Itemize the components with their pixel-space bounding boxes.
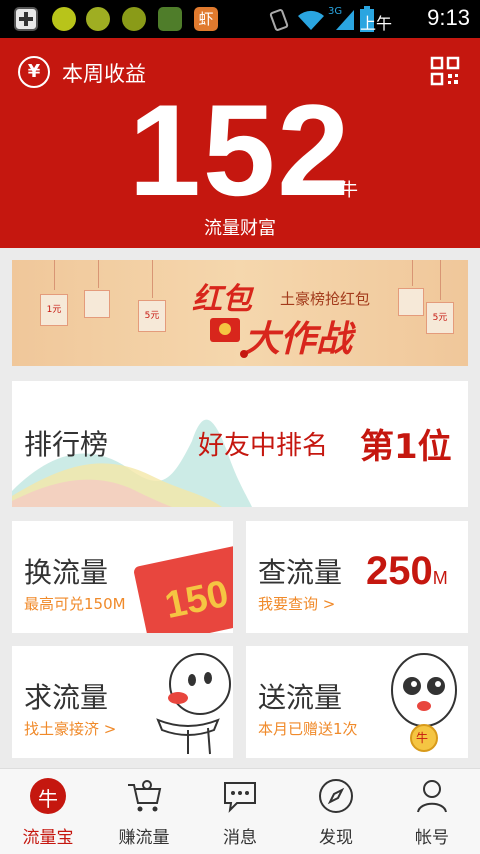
tab-icon-glyph: 牛 xyxy=(38,787,58,811)
cart-icon xyxy=(128,780,162,812)
tab-label: 帐号 xyxy=(415,828,449,848)
ranking-card[interactable]: 排行榜 好友中排名 第1位 xyxy=(12,381,468,507)
tab-label: 消息 xyxy=(223,828,257,848)
signal-icon xyxy=(336,10,354,30)
envelope-decoration: 1元 xyxy=(40,294,68,326)
banner-subtitle: 土豪榜抢红包 xyxy=(280,290,371,308)
red-packet-icon xyxy=(210,318,240,342)
tab-earn-traffic[interactable]: 赚流量 xyxy=(96,769,192,854)
app-notification-icon xyxy=(52,7,76,31)
banner-title: 红包 xyxy=(192,282,252,317)
exchange-title: 换流量 xyxy=(24,556,109,589)
rank-position: 第1位 xyxy=(360,427,452,467)
app-game-icon xyxy=(158,7,182,31)
plus-notification-icon xyxy=(14,7,38,31)
compass-icon xyxy=(319,779,353,813)
friend-rank-label: 好友中排名 xyxy=(198,431,329,461)
app-check-icon xyxy=(86,7,110,31)
red-envelope-banner[interactable]: 1元 5元 5元 红包 土豪榜抢红包 大作战 xyxy=(12,260,468,366)
remaining-traffic-value: 250M xyxy=(366,549,448,593)
query-subtitle[interactable]: 我要查询 > xyxy=(258,593,335,614)
give-subtitle: 本月已赠送1次 xyxy=(258,720,358,738)
status-time: 9:13 xyxy=(427,5,470,30)
app-upload-icon xyxy=(122,7,146,31)
query-title: 查流量 xyxy=(258,556,343,589)
give-traffic-card[interactable]: 送流量 本月已赠送1次 牛 xyxy=(246,646,468,758)
request-title: 求流量 xyxy=(24,681,109,714)
earnings-caption: 流量财富 xyxy=(204,218,276,239)
telecom-card-image: 150 xyxy=(132,544,233,633)
bottom-tab-bar: 牛 流量宝 赚流量 消息 发现 帐号 xyxy=(0,768,480,854)
vibrate-icon xyxy=(269,9,289,31)
earnings-value: 152 xyxy=(128,77,352,223)
request-traffic-card[interactable]: 求流量 找土豪接济 > xyxy=(12,646,233,758)
tab-liuliangbao[interactable]: 牛 流量宝 xyxy=(0,769,96,854)
weekly-earnings-header[interactable]: ¥ 本周收益 152 牛 流量财富 xyxy=(0,38,480,248)
request-subtitle[interactable]: 找土豪接济 > xyxy=(24,718,116,739)
ranking-title: 排行榜 xyxy=(24,428,109,461)
envelope-decoration: 5元 xyxy=(138,300,166,332)
tab-account[interactable]: 帐号 xyxy=(384,769,480,854)
person-icon xyxy=(417,780,447,813)
exchange-traffic-card[interactable]: 换流量 最高可兑150M 150 xyxy=(12,521,233,633)
envelope-decoration xyxy=(84,290,110,318)
carousel-indicator[interactable] xyxy=(240,350,248,358)
tab-messages[interactable]: 消息 xyxy=(192,769,288,854)
xia-app-icon: 虾 xyxy=(194,7,218,31)
status-ampm: 上午 xyxy=(359,14,392,33)
tab-label: 发现 xyxy=(319,828,353,848)
envelope-decoration xyxy=(398,288,424,316)
status-bar: 虾 3G 上午 9:13 xyxy=(0,0,480,38)
envelope-decoration: 5元 xyxy=(426,302,454,334)
tab-discover[interactable]: 发现 xyxy=(288,769,384,854)
banner-title-line2: 大作战 xyxy=(244,319,353,360)
coin-label: 牛 xyxy=(416,731,429,745)
telecom-card-value: 150 xyxy=(161,572,233,628)
exchange-subtitle: 最高可兑150M xyxy=(24,595,126,613)
begging-mascot-image xyxy=(156,653,231,755)
wifi-icon xyxy=(298,10,324,30)
query-traffic-card[interactable]: 查流量 我要查询 > 250M xyxy=(246,521,468,633)
tab-label: 流量宝 xyxy=(22,828,74,848)
earnings-unit: 牛 xyxy=(340,180,358,201)
tab-label: 赚流量 xyxy=(118,828,170,848)
give-title: 送流量 xyxy=(258,681,343,714)
chat-icon xyxy=(224,782,256,813)
